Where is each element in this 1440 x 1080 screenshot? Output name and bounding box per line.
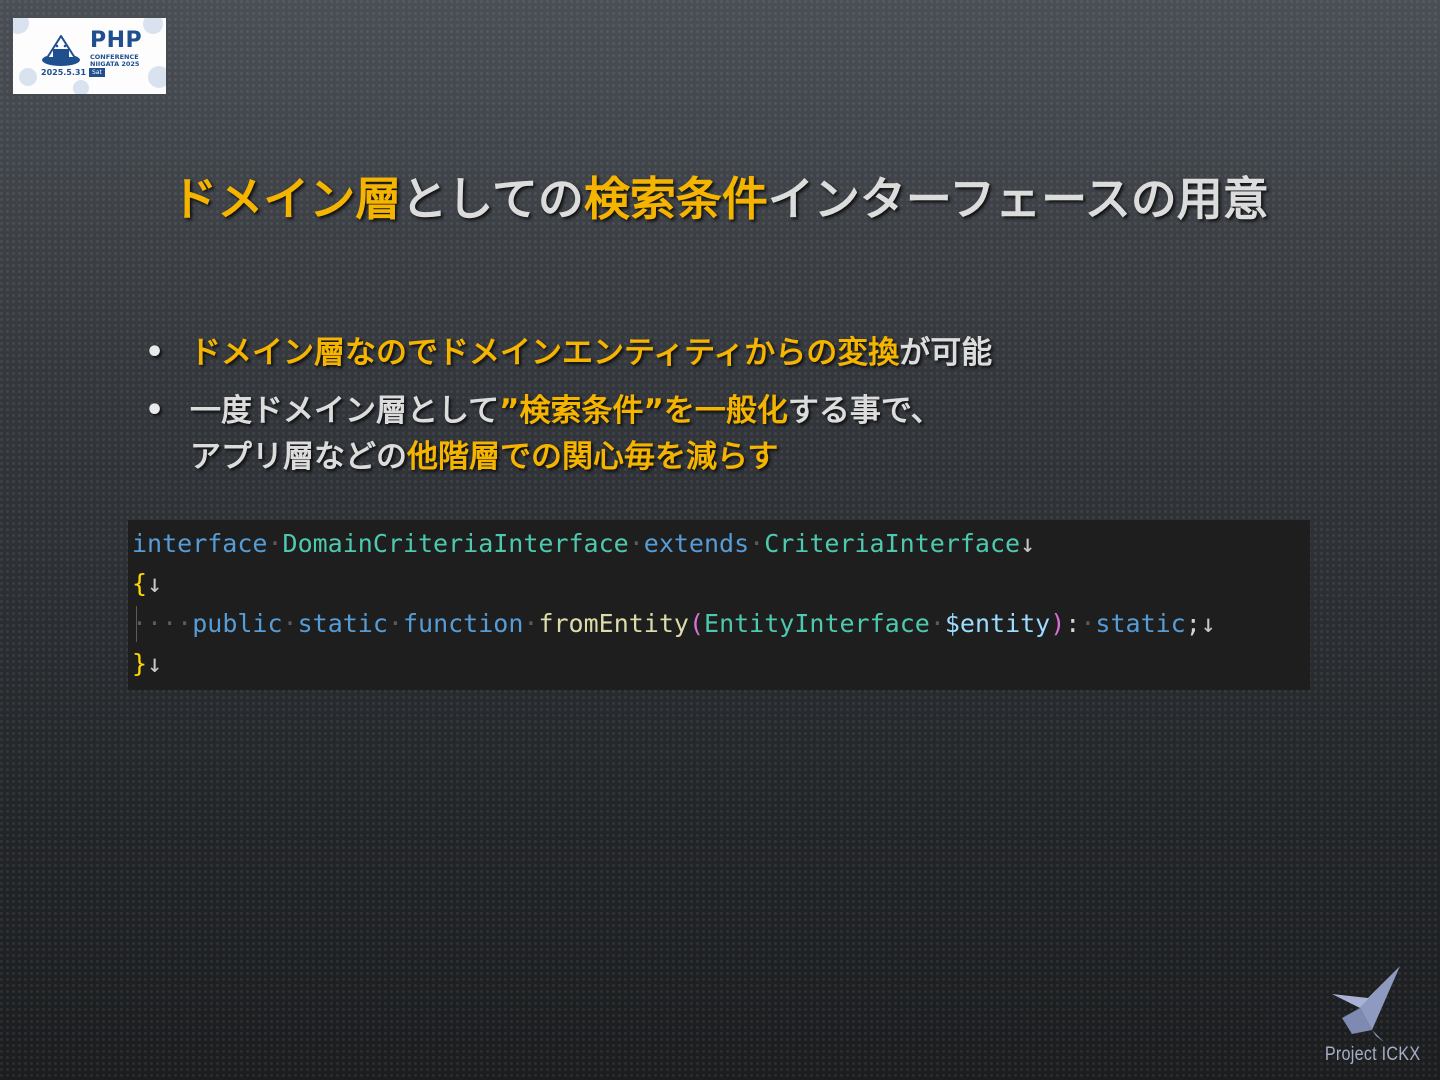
title-highlight: ドメイン層 [171, 172, 402, 226]
code-token: $entity [944, 609, 1051, 638]
logo-bubble [19, 68, 37, 86]
code-token: · [628, 529, 644, 558]
code-token: } [132, 649, 148, 678]
code-token: ···· [132, 609, 193, 638]
logo-date: 2025.5.31 [41, 68, 87, 77]
code-block: interface·DomainCriteriaInterface·extend… [128, 520, 1310, 690]
code-token: ; [1185, 609, 1201, 638]
logo-php-text: PHP [90, 28, 143, 53]
code-token: · [1080, 609, 1096, 638]
code-token: EntityInterface [704, 609, 930, 638]
bullet-highlight: ドメイン層なのでドメインエンティティからの変換 [190, 335, 900, 371]
bullet-line: 一度ドメイン層として”検索条件”を一般化する事で、 [190, 388, 1340, 434]
logo-bubble [148, 66, 166, 88]
bullet-highlight: ”検索条件”を一般化 [499, 393, 788, 429]
code-token: fromEntity [538, 609, 689, 638]
code-token: ↓ [147, 649, 163, 678]
title-text: インターフェースの用意 [767, 172, 1269, 226]
bullet-list: • ドメイン層なのでドメインエンティティからの変換が可能 • 一度ドメイン層として”検… [140, 330, 1340, 492]
title-highlight: 検索条件 [583, 172, 768, 226]
code-token: · [523, 609, 539, 638]
logo-bubble [73, 80, 89, 94]
code-token: ( [688, 609, 705, 638]
code-line: ····public·static·function·fromEntity(En… [132, 604, 1310, 644]
code-token: { [132, 569, 148, 598]
code-token: · [267, 529, 283, 558]
brand-name: Project ICKX [1324, 1044, 1420, 1065]
bullet-item: • 一度ドメイン層として”検索条件”を一般化する事で、 アプリ層などの他階層での関心… [140, 388, 1340, 480]
code-token: ↓ [1020, 529, 1036, 558]
logo-subtitle: CONFERENCE NIIGATA 2025 [90, 53, 140, 68]
bullet-dot: • [145, 335, 165, 370]
code-line: {↓ [132, 564, 1310, 604]
code-token: ↓ [147, 569, 163, 598]
code-token: ) [1050, 609, 1066, 638]
code-token: · [929, 609, 945, 638]
code-token: : [1065, 609, 1081, 638]
slide-title: ドメイン層としての検索条件インターフェースの用意 [0, 168, 1440, 230]
title-text: としての [401, 172, 584, 226]
bullet-item: • ドメイン層なのでドメインエンティティからの変換が可能 [140, 330, 1340, 376]
code-line: }↓ [132, 644, 1310, 684]
bullet-line: ドメイン層なのでドメインエンティティからの変換が可能 [190, 330, 1340, 376]
code-token: · [282, 609, 298, 638]
bullet-line: アプリ層などの他階層での関心毎を減らす [190, 434, 1340, 480]
code-token: static [1095, 609, 1186, 638]
code-token: extends [643, 529, 750, 558]
logo-day-badge: Sat [89, 68, 105, 77]
code-token: function [402, 609, 524, 638]
logo-bubble [13, 18, 29, 34]
bullet-text: 一度ドメイン層として [190, 393, 500, 429]
onigiri-mascot-icon [42, 35, 80, 66]
code-token: · [749, 529, 765, 558]
code-token: DomainCriteriaInterface [282, 529, 629, 558]
code-token: · [387, 609, 403, 638]
logo-bubble [143, 18, 163, 34]
code-token: ↓ [1200, 609, 1216, 638]
indent-guide [136, 606, 137, 642]
bullet-text: が可能 [899, 335, 993, 371]
conference-logo: PHP CONFERENCE NIIGATA 2025 2025.5.31 Sa… [13, 18, 166, 94]
code-token: static [297, 609, 388, 638]
bullet-dot: • [145, 393, 165, 428]
code-token: CriteriaInterface [764, 529, 1021, 558]
code-token: interface [132, 529, 268, 558]
code-token: public [192, 609, 283, 638]
bullet-text: する事で、 [787, 393, 942, 429]
code-line: interface·DomainCriteriaInterface·extend… [132, 524, 1310, 564]
bullet-text: アプリ層などの [190, 439, 407, 475]
bullet-highlight: 他階層での関心毎を減らす [407, 439, 779, 475]
